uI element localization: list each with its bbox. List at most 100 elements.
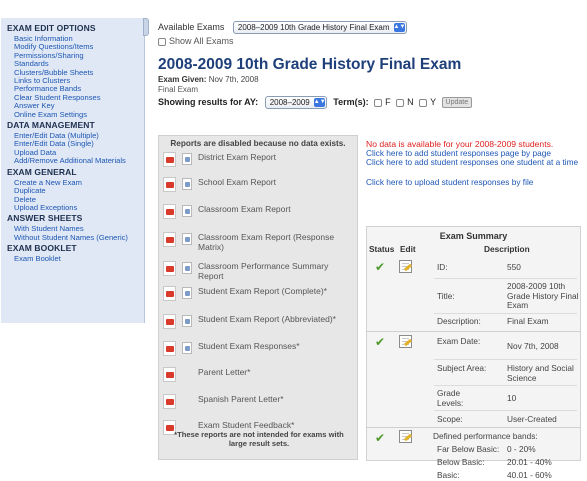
report-row: School Exam Report [163, 177, 355, 192]
sidebar-item-add-remove-additional-materials[interactable]: Add/Remove Additional Materials [7, 156, 143, 165]
report-label: District Exam Report [198, 152, 276, 162]
ay-filter-row: Showing results for AY: 2008–2009 ▲▼ Ter… [158, 96, 473, 109]
title-value: 2008-2009 10th Grade History Final Exam [507, 281, 579, 310]
row-divider [434, 359, 577, 360]
exam-select-value: 2008–2009 10th Grade History Final Exam [237, 23, 390, 32]
show-all-checkbox[interactable] [158, 37, 166, 46]
description-value: Final Exam [507, 316, 549, 326]
term-y-label: Y [430, 96, 436, 107]
summary-header-row: Status Edit Description [367, 244, 580, 256]
scope-value: User-Created [507, 414, 557, 424]
document-icon [182, 315, 192, 327]
sidebar-item-exam-booklet[interactable]: Exam Booklet [7, 254, 143, 263]
report-row: Spanish Parent Letter* [163, 394, 355, 409]
sidebar-collapse-handle[interactable] [143, 18, 149, 36]
report-row: Parent Letter* [163, 367, 355, 382]
status-check-icon: ✔ [375, 260, 386, 274]
report-row: Student Exam Report (Complete)* [163, 286, 355, 301]
select-arrows-icon: ▲▼ [393, 23, 406, 32]
pdf-icon [163, 367, 176, 382]
report-row: Classroom Performance Summary Report [163, 261, 355, 281]
exam-subtitle: Final Exam [158, 85, 199, 94]
sidebar-section-heading: EXAM EDIT OPTIONS [7, 23, 96, 33]
exam-select[interactable]: 2008–2009 10th Grade History Final Exam … [232, 21, 407, 34]
sidebar-section-heading: EXAM BOOKLET [7, 243, 77, 254]
report-label: Parent Letter* [198, 367, 251, 377]
exam-summary-panel: Exam Summary Status Edit Description ✔ I… [366, 226, 581, 480]
subject-value: History and Social Science [507, 363, 574, 383]
description-header: Description [484, 244, 530, 254]
pdf-icon [163, 341, 176, 356]
term-n-label: N [407, 96, 414, 107]
band-name: Far Below Basic: [437, 444, 500, 454]
edit-header: Edit [400, 244, 416, 254]
ay-select-value: 2008–2009 [269, 98, 310, 107]
grade-label: Grade Levels: [437, 388, 464, 408]
edit-bands-icon[interactable] [399, 430, 412, 443]
show-all-exams[interactable]: Show All Exams [158, 36, 234, 46]
report-label: Student Exam Report (Complete)* [198, 286, 327, 296]
term-f-checkbox[interactable] [374, 98, 383, 107]
sidebar: EXAM EDIT OPTIONS Basic Information Modify… [1, 18, 145, 323]
term-f-label: F [385, 96, 391, 107]
group-divider [367, 427, 580, 428]
sidebar-item-upload-exceptions[interactable]: Upload Exceptions [7, 203, 143, 212]
scope-label: Scope: [437, 414, 463, 424]
edit-basic-icon[interactable] [399, 260, 412, 273]
subject-label: Subject Area: [437, 363, 487, 373]
pdf-icon [163, 152, 176, 167]
sidebar-section-heading: DATA MANAGEMENT [7, 120, 95, 131]
upload-responses-link[interactable]: Click here to upload student responses b… [366, 178, 581, 187]
report-label: Classroom Performance Summary Report [198, 261, 329, 281]
description-label: Description: [437, 316, 481, 326]
document-icon [182, 262, 192, 274]
report-row: District Exam Report [163, 152, 355, 167]
pdf-icon [163, 394, 176, 409]
update-button[interactable]: Update [441, 97, 473, 108]
sidebar-item-without-student-names-generic[interactable]: Without Student Names (Generic) [7, 233, 143, 242]
row-divider [434, 410, 577, 411]
band-name: Below Basic: [437, 457, 485, 467]
row-divider [434, 313, 577, 314]
id-label: ID: [437, 262, 448, 272]
add-responses-student-link[interactable]: Click here to add student responses one … [366, 158, 581, 167]
group-divider [367, 331, 580, 332]
band-range: 0 - 20% [507, 444, 536, 454]
pdf-icon [163, 177, 176, 192]
exam-selector-bar: Available Exams 2008–2009 10th Grade His… [158, 21, 407, 34]
term-n-checkbox[interactable] [396, 98, 405, 107]
edit-details-icon[interactable] [399, 335, 412, 348]
ay-select[interactable]: 2008–2009 ▲▼ [264, 96, 327, 109]
document-icon [182, 287, 192, 299]
status-header: Status [369, 244, 395, 254]
report-label: Classroom Exam Report [198, 204, 291, 214]
show-all-label: Show All Exams [169, 36, 234, 46]
report-label: Exam Student Feedback* [198, 420, 295, 430]
sidebar-section-heading: EXAM GENERAL [7, 166, 77, 177]
title-label: Title: [437, 291, 455, 301]
document-icon [182, 205, 192, 217]
pdf-icon [163, 232, 176, 247]
reports-footnote: *These reports are not intended for exam… [174, 430, 344, 448]
status-check-icon: ✔ [375, 335, 386, 349]
band-name: Basic: [437, 470, 460, 480]
report-label: Student Exam Responses* [198, 341, 300, 351]
reports-disabled-note: Reports are disabled because no data exi… [170, 139, 346, 148]
document-icon [182, 342, 192, 354]
row-divider [434, 385, 577, 386]
reports-panel: Reports are disabled because no data exi… [158, 135, 358, 460]
page-title: 2008-2009 10th Grade History Final Exam [158, 56, 462, 73]
band-range: 40.01 - 60% [507, 470, 552, 480]
status-check-icon: ✔ [375, 431, 386, 445]
term-label: Term(s): [333, 96, 369, 107]
term-y-checkbox[interactable] [419, 98, 428, 107]
exam-given-value: Nov 7th, 2008 [208, 75, 259, 84]
report-row: Student Exam Responses* [163, 341, 355, 356]
exam-given-label: Exam Given: [158, 75, 207, 84]
band-range: 20.01 - 40% [507, 457, 552, 467]
available-exams-label: Available Exams [158, 21, 225, 32]
pdf-icon [163, 314, 176, 329]
sidebar-item-online-exam-settings[interactable]: Online Exam Settings [7, 110, 143, 119]
document-icon [182, 178, 192, 190]
report-row: Student Exam Report (Abbreviated)* [163, 314, 355, 329]
